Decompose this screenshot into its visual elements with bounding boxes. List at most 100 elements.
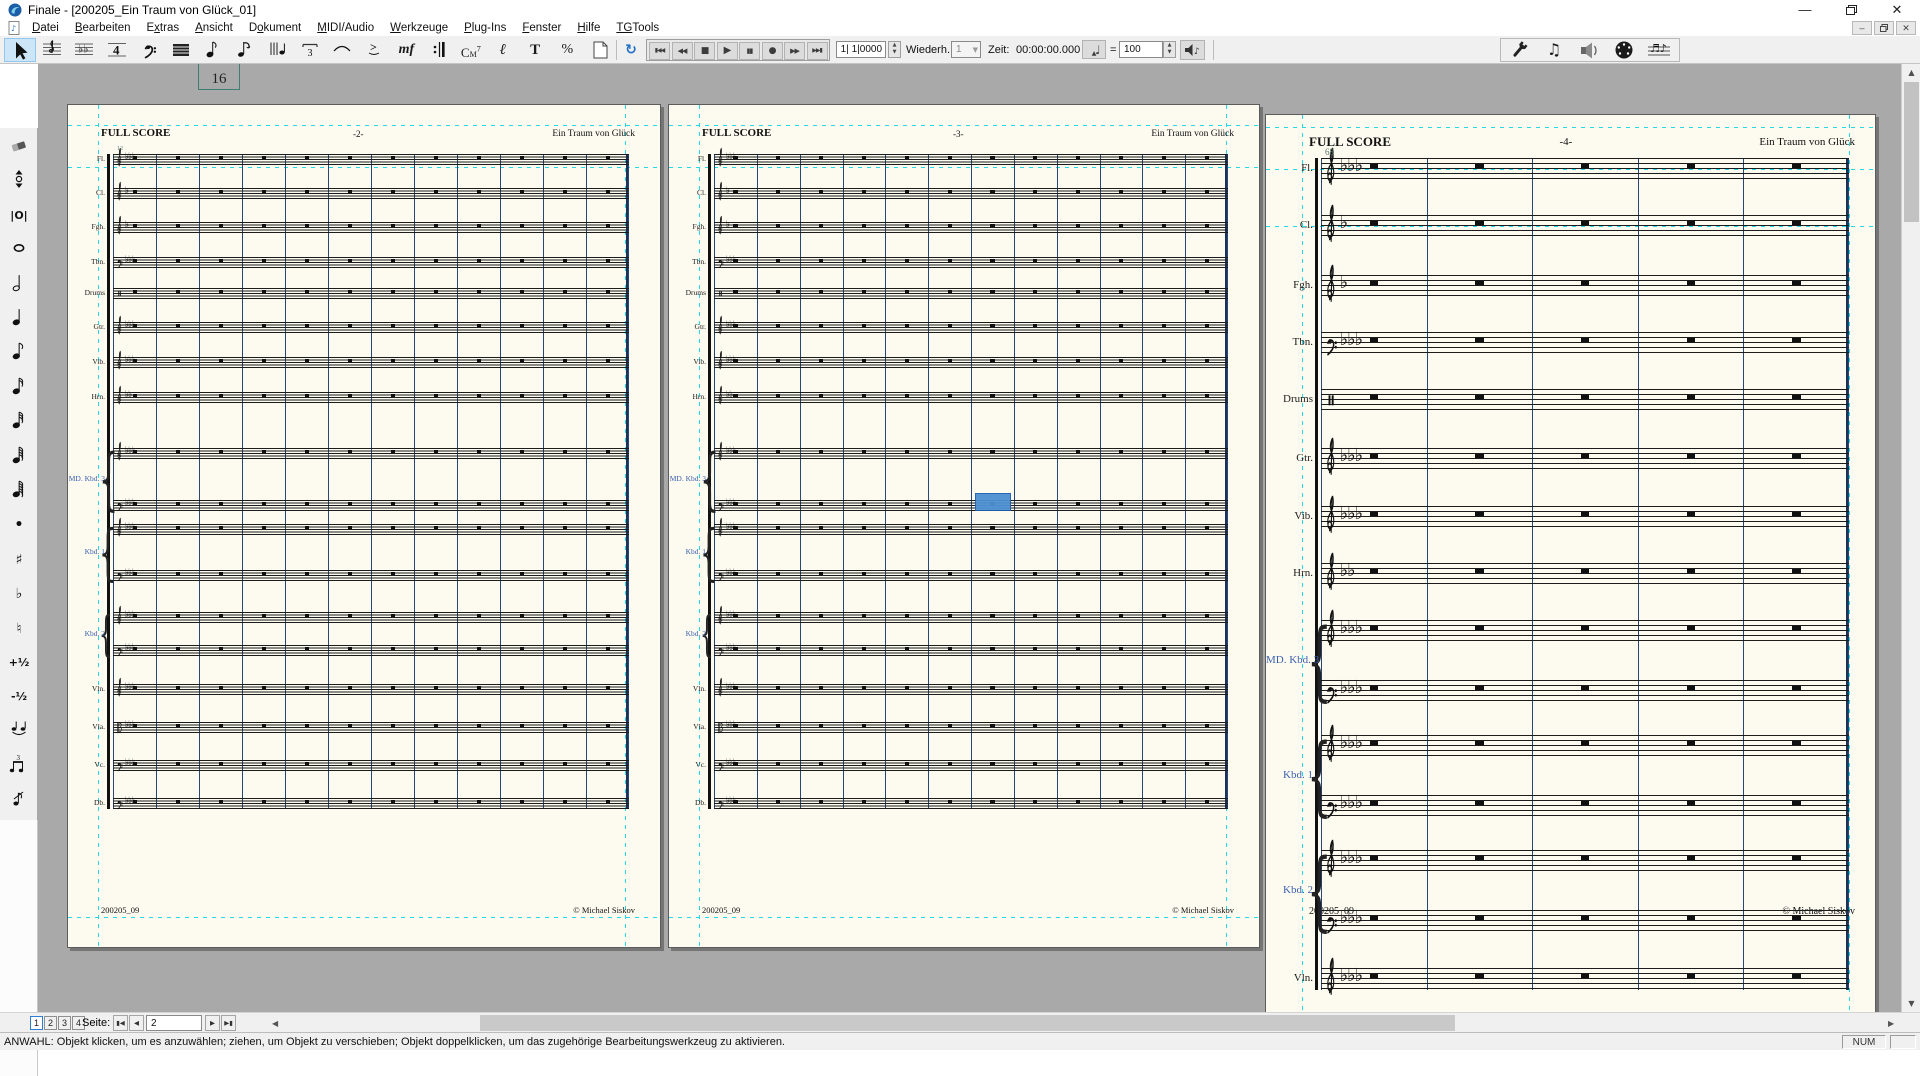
staff-kbd-1[interactable]: ♭♭♭ <box>1321 795 1849 818</box>
staff-cl-[interactable]: ♭ <box>1321 215 1849 238</box>
flat[interactable]: ♭ <box>4 579 34 609</box>
repeat-tool[interactable] <box>423 38 455 62</box>
repeat-playback-button[interactable]: ↻ <box>620 38 642 62</box>
staff-vib-[interactable]: ♭♭♭ <box>113 357 629 369</box>
half-note[interactable] <box>4 270 34 300</box>
staff-drums[interactable] <box>714 288 1228 300</box>
menu-dokument[interactable]: Dokument <box>241 20 309 36</box>
menu-ansicht[interactable]: Ansicht <box>187 20 241 36</box>
minus-half-step[interactable]: -½ <box>4 682 34 712</box>
smart-shape-tool[interactable] <box>326 38 358 62</box>
staff-kbd-1[interactable]: ♭♭♭ <box>113 524 629 536</box>
staff-db-[interactable]: ♭♭♭ <box>113 798 629 810</box>
staff-fgh-[interactable]: ♭ <box>1321 275 1849 298</box>
notes-icon[interactable]: ♫ <box>1538 38 1570 62</box>
respace-tool[interactable] <box>4 166 34 196</box>
onetwentyeighth-note[interactable] <box>4 476 34 506</box>
page-button-1[interactable]: 1 <box>30 1016 43 1030</box>
staff-kbd-2[interactable]: ♭♭♭ <box>1321 910 1849 933</box>
staff-kbd-2[interactable]: ♭♭♭ <box>113 645 629 657</box>
staff-gtr-[interactable]: ♭♭♭ <box>113 322 629 334</box>
tuplet-tool[interactable]: 3 <box>294 38 326 62</box>
child-restore-button[interactable] <box>1874 21 1894 35</box>
staff-tbn-[interactable]: ♭♭♭ <box>714 257 1228 269</box>
menu-datei[interactable]: Datei <box>24 20 67 36</box>
wiederh-select[interactable]: 1▼ <box>951 41 981 58</box>
tempo-input[interactable]: 100 <box>1119 41 1163 58</box>
staff-tbn-[interactable]: ♭♭♭ <box>1321 332 1849 355</box>
staff-fgh-[interactable]: ♭ <box>113 222 629 234</box>
minimize-button[interactable]: — <box>1782 0 1828 20</box>
tempo-spinner[interactable]: ▲▼ <box>1163 41 1176 58</box>
quarter-note[interactable] <box>4 304 34 334</box>
lyrics-tool[interactable]: ℓ <box>487 38 519 62</box>
staff-md-kbd-3[interactable]: ♭♭♭ <box>714 500 1228 512</box>
next-page-button[interactable]: ▶ <box>205 1015 220 1031</box>
expression-tool[interactable]: mf <box>390 38 422 62</box>
sixteenth-note[interactable] <box>4 373 34 403</box>
first-page-button[interactable]: ▮◀ <box>113 1015 128 1031</box>
play-button[interactable]: ▶ <box>717 42 738 60</box>
page-button-2[interactable]: 2 <box>44 1016 57 1030</box>
vertical-scrollbar[interactable]: ▲ ▼ <box>1901 64 1920 1012</box>
go-to-start-button[interactable]: ▮◀◀ <box>649 42 670 60</box>
staff-md-kbd-3[interactable]: ♭♭♭ <box>1321 680 1849 703</box>
speedy-entry-tool[interactable] <box>229 38 261 62</box>
tie-tool[interactable] <box>4 717 34 747</box>
tempo-unit-button[interactable]: ▲▼♩ <box>1082 40 1106 59</box>
staff-drums[interactable] <box>1321 389 1849 412</box>
score-page-4[interactable]: FULL SCORE-4-Ein Traum von Glück200205_0… <box>1265 114 1876 1012</box>
last-page-button[interactable]: ▶▮ <box>221 1015 236 1031</box>
menu-hilfe[interactable]: Hilfe <box>569 20 608 36</box>
wrench-icon[interactable] <box>1503 38 1535 62</box>
staff-kbd-2[interactable]: ♭♭♭ <box>113 612 629 624</box>
child-close-button[interactable]: ✕ <box>1896 21 1916 35</box>
staff-kbd-1[interactable]: ♭♭♭ <box>1321 735 1849 758</box>
staff-md-kbd-3[interactable]: ♭♭♭ <box>113 448 629 460</box>
tuplet-triplet-tool[interactable]: 3 <box>4 751 34 781</box>
staff-vc-[interactable]: ♭♭♭ <box>113 760 629 772</box>
staff-gtr-[interactable]: ♭♭♭ <box>1321 448 1849 471</box>
clef-tool[interactable] <box>133 38 165 62</box>
record-button[interactable]: ● <box>762 42 783 60</box>
hscroll-right-arrow[interactable]: ▶ <box>1888 1019 1894 1028</box>
whole-note[interactable] <box>4 235 34 265</box>
rewind-button[interactable]: ◀◀ <box>672 42 693 60</box>
menu-tgtools[interactable]: TGTools <box>608 20 667 36</box>
prev-page-button[interactable]: ◀ <box>129 1015 144 1031</box>
staff-md-kbd-3[interactable]: ♭♭♭ <box>714 448 1228 460</box>
pause-button[interactable]: ▮▮ <box>739 42 760 60</box>
staff-db-[interactable]: ♭♭♭ <box>714 798 1228 810</box>
score-canvas[interactable]: FULL SCORE-2-Ein Traum von Glück200205_0… <box>38 64 1901 1012</box>
stop-button[interactable]: ■ <box>694 42 715 60</box>
staff-hrn-[interactable]: ♭♭ <box>113 392 629 404</box>
score-notes-icon[interactable]: ♬♪ <box>1643 38 1675 62</box>
selection-tool[interactable] <box>4 38 36 62</box>
staff-gtr-[interactable]: ♭♭♭ <box>714 322 1228 334</box>
staff-cl-[interactable]: ♭ <box>113 188 629 200</box>
text-tool[interactable]: T <box>519 38 551 62</box>
key-signature-tool[interactable]: ♭♭ <box>68 38 100 62</box>
staff-vla-[interactable]: ♭♭♭ <box>714 722 1228 734</box>
staff-kbd-1[interactable]: ♭♭♭ <box>714 570 1228 582</box>
staff-kbd-1[interactable]: ♭♭♭ <box>113 570 629 582</box>
measure-region-box[interactable]: 16 <box>198 64 240 90</box>
mirror-tool[interactable]: % <box>551 38 583 62</box>
go-to-end-button[interactable]: ▶▶▮ <box>807 42 828 60</box>
staff-kbd-2[interactable]: ♭♭♭ <box>1321 850 1849 873</box>
page-button-3[interactable]: 3 <box>58 1016 71 1030</box>
midi-plug-icon[interactable] <box>1608 38 1640 62</box>
augmentation-dot[interactable]: • <box>4 510 34 540</box>
vscroll-thumb[interactable] <box>1904 82 1919 222</box>
playback-counter[interactable]: 1| 1|0000 <box>836 41 886 58</box>
staff-vc-[interactable]: ♭♭♭ <box>714 760 1228 772</box>
natural[interactable]: ♮ <box>4 614 34 644</box>
menu-werkzeuge[interactable]: Werkzeuge <box>382 20 456 36</box>
thirtysecond-note[interactable] <box>4 407 34 437</box>
staff-fl-[interactable]: ♭♭♭ <box>113 154 629 166</box>
menu-midi-audio[interactable]: MIDI/Audio <box>309 20 382 36</box>
staff-fl-[interactable]: ♭♭♭ <box>1321 158 1849 181</box>
close-button[interactable]: ✕ <box>1874 0 1920 20</box>
counter-spinner[interactable]: ▲▼ <box>888 41 901 58</box>
staff-tool[interactable] <box>36 38 68 62</box>
